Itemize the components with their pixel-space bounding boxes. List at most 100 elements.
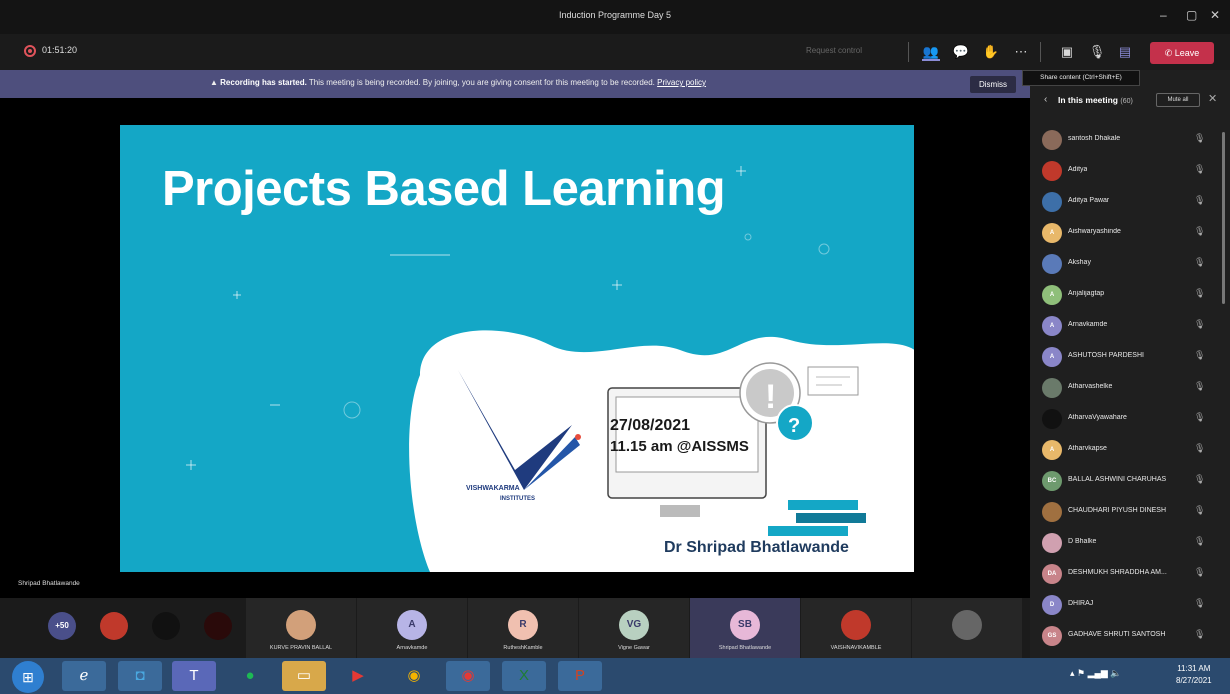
mic-off-icon: 🎙 — [1194, 505, 1206, 515]
powerpoint-icon[interactable]: P — [558, 661, 602, 691]
chat-icon[interactable]: 💬 — [952, 43, 970, 61]
overflow-count[interactable]: +50 — [48, 612, 76, 640]
mic-off-icon: 🎙 — [1194, 443, 1206, 453]
video-tile[interactable]: KURVE PRAVIN BALLAL — [246, 598, 356, 658]
leave-button[interactable]: ✆ Leave — [1150, 42, 1214, 64]
ie-icon[interactable]: ℯ — [62, 661, 106, 691]
video-gallery: +50 KURVE PRAVIN BALLAL A Arnavkamde R Ruthe… — [0, 598, 1030, 658]
clock[interactable]: 11:31 AM 8/27/2021 — [1176, 663, 1212, 687]
participant-avatar — [1042, 192, 1062, 212]
participant-row[interactable]: A Aishwaryashinde 🎙 — [1030, 219, 1220, 247]
video-tile[interactable]: SB Shripad Bhatlawande — [690, 598, 800, 658]
clock-time: 11:31 AM — [1177, 664, 1211, 673]
participant-row[interactable]: santosh Dhakale 🎙 — [1030, 126, 1220, 154]
participant-avatar — [152, 612, 180, 640]
participant-name: DESHMUKH SHRADDHA AM... — [1068, 569, 1167, 576]
participant-avatar — [1042, 533, 1062, 553]
participant-name: D Bhalke — [1068, 538, 1097, 545]
warning-icon: ▲ — [210, 78, 218, 87]
chrome-icon[interactable]: ◉ — [392, 661, 436, 691]
outlook-icon[interactable]: ◘ — [118, 661, 162, 691]
clock-date: 8/27/2021 — [1176, 676, 1212, 685]
people-icon[interactable]: 👥 — [922, 43, 940, 61]
youtube-icon[interactable]: ▶ — [336, 661, 380, 691]
tile-avatar: VG — [619, 610, 649, 640]
participant-row[interactable]: D DHIRAJ 🎙 — [1030, 591, 1220, 619]
video-tile[interactable]: A Arnavkamde — [357, 598, 467, 658]
tile-avatar — [952, 610, 982, 640]
camera-off-icon[interactable]: ▣ — [1058, 43, 1076, 61]
participant-row[interactable]: A Arnavkamde 🎙 — [1030, 312, 1220, 340]
tile-label: Arnavkamde — [396, 645, 428, 651]
mic-off-icon: 🎙 — [1194, 350, 1206, 360]
dismiss-button[interactable]: Dismiss — [970, 76, 1016, 93]
participant-row[interactable]: Atharvashelke 🎙 — [1030, 374, 1220, 402]
toolbar-divider — [908, 42, 909, 62]
institute-logo-subtext: INSTITUTES — [500, 496, 536, 502]
teams-icon[interactable]: T — [172, 661, 216, 691]
participant-row[interactable]: BC BALLAL ASHWINI CHARUHAS 🎙 — [1030, 467, 1220, 495]
participant-row[interactable]: Aditya Pawar 🎙 — [1030, 188, 1220, 216]
restore-button[interactable]: ▢ — [1186, 8, 1197, 22]
panel-scrollbar[interactable] — [1222, 132, 1225, 304]
spotify-icon[interactable]: ● — [228, 661, 272, 691]
close-button[interactable]: ✕ — [1210, 8, 1220, 22]
share-icon[interactable]: ▤ — [1116, 43, 1134, 61]
participant-row[interactable]: GS GADHAVE SHRUTI SANTOSH 🎙 — [1030, 622, 1220, 650]
mic-off-icon[interactable]: 🎙 — [1088, 43, 1106, 61]
participant-row[interactable]: A Anjalijagtap 🎙 — [1030, 281, 1220, 309]
participant-name: ASHUTOSH PARDESHI — [1068, 352, 1144, 359]
close-panel-icon[interactable]: ✕ — [1208, 92, 1217, 105]
reactions-icon[interactable]: ✋ — [982, 43, 1000, 61]
request-control-button[interactable]: Request control — [806, 46, 862, 55]
tile-avatar — [841, 610, 871, 640]
chrome2-icon[interactable]: ◉ — [446, 661, 490, 691]
tile-label: Shripad Bhatlawande — [718, 645, 772, 651]
participant-row[interactable]: A ASHUTOSH PARDESHI 🎙 — [1030, 343, 1220, 371]
back-chevron-icon[interactable]: ‹ — [1044, 94, 1047, 105]
participant-avatar: A — [1042, 440, 1062, 460]
participant-row[interactable]: AtharvaVyawahare 🎙 — [1030, 405, 1220, 433]
mute-all-button[interactable]: Mute all — [1156, 93, 1200, 107]
institute-logo-text: VISHWAKARMA — [466, 485, 520, 492]
mic-off-icon: 🎙 — [1194, 629, 1206, 639]
tile-avatar: R — [508, 610, 538, 640]
participant-row[interactable]: DA DESHMUKH SHRADDHA AM... 🎙 — [1030, 560, 1220, 588]
recording-text: This meeting is being recorded. By joini… — [308, 78, 655, 87]
video-tile[interactable]: R RutheshKamble — [468, 598, 578, 658]
participant-row[interactable]: D Bhalke 🎙 — [1030, 529, 1220, 557]
participant-name: CHAUDHARI PIYUSH DINESH — [1068, 507, 1167, 514]
participant-avatar: A — [1042, 316, 1062, 336]
mic-off-icon: 🎙 — [1194, 288, 1206, 298]
participant-row[interactable]: CHAUDHARI PIYUSH DINESH 🎙 — [1030, 498, 1220, 526]
participant-avatar — [1042, 378, 1062, 398]
participant-name: GADHAVE SHRUTI SANTOSH — [1068, 631, 1166, 638]
participant-avatar — [204, 612, 232, 640]
video-tile[interactable]: VG Vigne Gawar — [579, 598, 689, 658]
tile-label: KURVE PRAVIN BALLAL — [269, 645, 333, 651]
excel-icon[interactable]: X — [502, 661, 546, 691]
panel-title-text: In this meeting — [1058, 95, 1118, 105]
mic-off-icon: 🎙 — [1194, 381, 1206, 391]
minimize-button[interactable]: – — [1160, 8, 1167, 22]
tile-label: VAISHNAVIKAMBLE — [830, 645, 882, 651]
start-button-icon[interactable]: ⊞ — [12, 661, 44, 693]
participant-avatar — [1042, 130, 1062, 150]
mic-off-icon: 🎙 — [1194, 195, 1206, 205]
privacy-link[interactable]: Privacy policy — [657, 78, 706, 87]
participant-row[interactable]: Akshay 🎙 — [1030, 250, 1220, 278]
video-tile[interactable]: VAISHNAVIKAMBLE — [801, 598, 911, 658]
system-tray-icons[interactable]: ▴ ⚑ ▂▄▆ 🔈 — [1070, 668, 1122, 679]
participant-row[interactable]: Aditya 🎙 — [1030, 157, 1220, 185]
mic-off-icon: 🎙 — [1194, 412, 1206, 422]
participant-avatar: D — [1042, 595, 1062, 615]
participant-avatar: BC — [1042, 471, 1062, 491]
participant-name: Akshay — [1068, 259, 1091, 266]
presentation-slide: ! ? Projects Based Learning 27/08/2021 1… — [120, 125, 914, 572]
participant-row[interactable]: A Atharvkapse 🎙 — [1030, 436, 1220, 464]
participant-avatar — [100, 612, 128, 640]
files-icon[interactable]: ▭ — [282, 661, 326, 691]
video-tile[interactable] — [912, 598, 1022, 658]
participant-count: (60) — [1120, 98, 1133, 105]
more-icon[interactable]: ⋯ — [1012, 43, 1030, 61]
